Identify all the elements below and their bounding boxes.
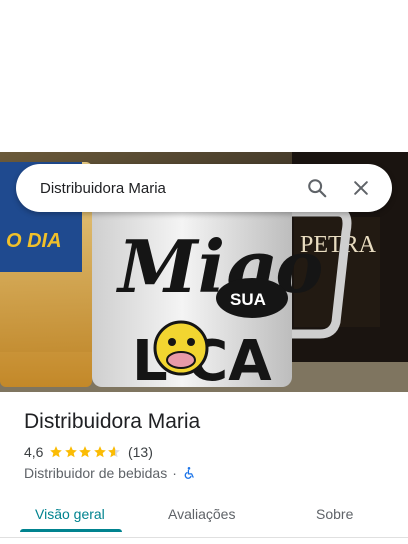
place-category: Distribuidor de bebidas <box>24 465 168 481</box>
close-icon <box>354 181 368 195</box>
tab-about[interactable]: Sobre <box>316 506 353 522</box>
search-icon <box>308 179 327 198</box>
search-input[interactable]: Distribuidora Maria <box>40 180 290 197</box>
wheelchair-icon <box>184 467 194 479</box>
tab-overview[interactable]: Visão geral <box>35 506 105 522</box>
star-half-icon <box>108 446 121 458</box>
separator-dot: · <box>172 465 177 481</box>
star-icon <box>79 446 92 458</box>
clear-button[interactable] <box>344 171 378 205</box>
rating-row[interactable]: 4,6 (13) <box>24 444 153 460</box>
review-count[interactable]: (13) <box>128 444 153 460</box>
star-icon <box>94 446 106 458</box>
place-name: Distribuidora Maria <box>24 410 201 433</box>
tab-reviews[interactable]: Avaliações <box>168 506 235 522</box>
top-blank-area <box>0 0 408 152</box>
can-label: O DIA <box>6 230 62 252</box>
star-icon <box>50 446 63 458</box>
star-rating <box>49 445 122 459</box>
rating-value: 4,6 <box>24 444 44 460</box>
star-icon <box>65 446 77 458</box>
search-button[interactable] <box>300 171 334 205</box>
search-bar[interactable]: Distribuidora Maria <box>16 164 392 212</box>
mug-text-sua: SUA <box>230 290 266 309</box>
place-details: Distribuidora Maria 4,6 (13) Distribuido… <box>0 392 408 544</box>
active-tab-indicator <box>20 529 122 532</box>
category-row: Distribuidor de bebidas · <box>24 465 196 481</box>
